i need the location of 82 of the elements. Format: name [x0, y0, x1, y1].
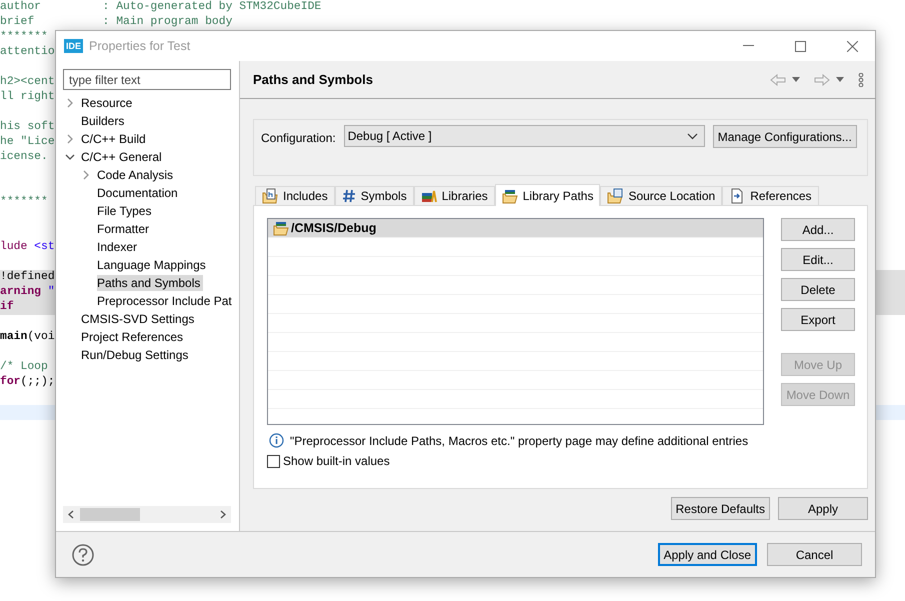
code-text: author : Auto-generated by STM32CubeIDE [0, 1, 322, 13]
code-text: if [0, 301, 14, 313]
configuration-dropdown[interactable]: Debug [ Active ] [344, 125, 705, 147]
code-text: his soft [0, 121, 55, 133]
scroll-left-icon[interactable] [67, 510, 74, 519]
window-title: Properties for Test [89, 39, 192, 53]
tab[interactable]: Symbols [334, 186, 414, 205]
help-icon[interactable] [72, 544, 94, 566]
code-text: brief : Main program body [0, 16, 232, 28]
code-text: /* Loop [0, 361, 48, 373]
tab[interactable]: References [722, 186, 819, 205]
chevron-right-icon[interactable] [81, 170, 91, 180]
code-text: main [0, 331, 28, 343]
folder-books-icon [273, 220, 289, 236]
tree-item[interactable]: Project References [81, 329, 186, 345]
tree-item[interactable]: Resource [81, 95, 136, 111]
code-text: (;;); [20, 376, 55, 388]
chevron-down-icon [686, 132, 698, 140]
code-text: arning [0, 286, 42, 298]
page-button[interactable]: Apply [778, 497, 868, 520]
side-button[interactable]: Export [781, 308, 855, 331]
tree-item[interactable]: Preprocessor Include Pat [97, 293, 235, 309]
tree-item[interactable]: Code Analysis [97, 167, 176, 183]
tree-item[interactable]: Paths and Symbols [97, 275, 204, 291]
tree-item[interactable]: CMSIS-SVD Settings [81, 311, 198, 327]
filter-field[interactable]: type filter text [63, 69, 231, 90]
code-text: attentio [0, 46, 55, 58]
tab[interactable]: Library Paths [494, 184, 600, 206]
books-icon [420, 188, 437, 204]
chevron-right-icon[interactable] [65, 134, 75, 144]
checkbox-label: Show built-in values [283, 454, 390, 468]
side-button[interactable]: Add... [781, 218, 855, 241]
code-text: !defined [0, 271, 55, 283]
hash-icon [342, 189, 356, 203]
menu-icon[interactable] [858, 72, 864, 86]
folder-document-icon [607, 188, 624, 204]
tab[interactable]: Includes [255, 186, 335, 205]
chevron-down-icon[interactable] [65, 152, 75, 162]
tree-item[interactable]: Builders [81, 113, 128, 129]
code-text: lude [0, 241, 28, 253]
code-text: <st [33, 241, 55, 253]
code-text: icense. [0, 151, 48, 163]
page-button[interactable]: Restore Defaults [670, 497, 770, 520]
minimize-icon[interactable] [742, 45, 754, 47]
code-text: for [0, 376, 21, 388]
folder-books-icon [502, 188, 518, 204]
tab[interactable]: Source Location [600, 186, 722, 205]
tree-item[interactable]: Language Mappings [97, 257, 209, 273]
info-icon [269, 433, 284, 448]
tree-item[interactable]: Indexer [97, 239, 140, 255]
dropdown-caret-icon[interactable] [792, 77, 800, 82]
checkbox[interactable] [267, 454, 280, 468]
tree-item[interactable]: C/C++ General [81, 149, 165, 165]
dialog-button[interactable]: Cancel [767, 543, 862, 566]
side-button[interactable]: Edit... [781, 248, 855, 271]
list-item[interactable]: /CMSIS/Debug [268, 219, 763, 238]
code-text: ll right [0, 91, 55, 103]
page-title: Paths and Symbols [253, 72, 374, 87]
scroll-right-icon[interactable] [220, 510, 227, 519]
code-text: ******* [0, 196, 48, 208]
side-button[interactable]: Delete [781, 278, 855, 301]
tree-item[interactable]: C/C++ Build [81, 131, 149, 147]
tree-item[interactable]: Documentation [97, 185, 181, 201]
tree-item[interactable]: Formatter [97, 221, 152, 237]
configuration-label: Configuration: [261, 131, 336, 145]
code-text: ******* [0, 31, 48, 43]
manage-configurations-button[interactable]: Manage Configurations... [712, 125, 857, 148]
code-text: " [46, 286, 55, 298]
horizontal-scrollbar[interactable] [63, 506, 231, 523]
info-text: "Preprocessor Include Paths, Macros etc." property page may define additional entries [290, 434, 748, 448]
close-icon[interactable] [846, 40, 858, 52]
dropdown-caret-icon[interactable] [836, 77, 844, 82]
tree-item[interactable]: Run/Debug Settings [81, 347, 192, 363]
chevron-right-icon[interactable] [65, 98, 75, 108]
code-text: he "Lice [0, 136, 55, 148]
tab[interactable]: Libraries [414, 186, 495, 205]
code-text: h2><cent [0, 76, 55, 88]
app-logo: IDE [64, 39, 84, 53]
maximize-icon[interactable] [794, 40, 806, 52]
code-text: (voi [27, 331, 55, 343]
tree-item[interactable]: File Types [97, 203, 154, 219]
dialog-button[interactable]: Apply and Close [658, 543, 757, 566]
